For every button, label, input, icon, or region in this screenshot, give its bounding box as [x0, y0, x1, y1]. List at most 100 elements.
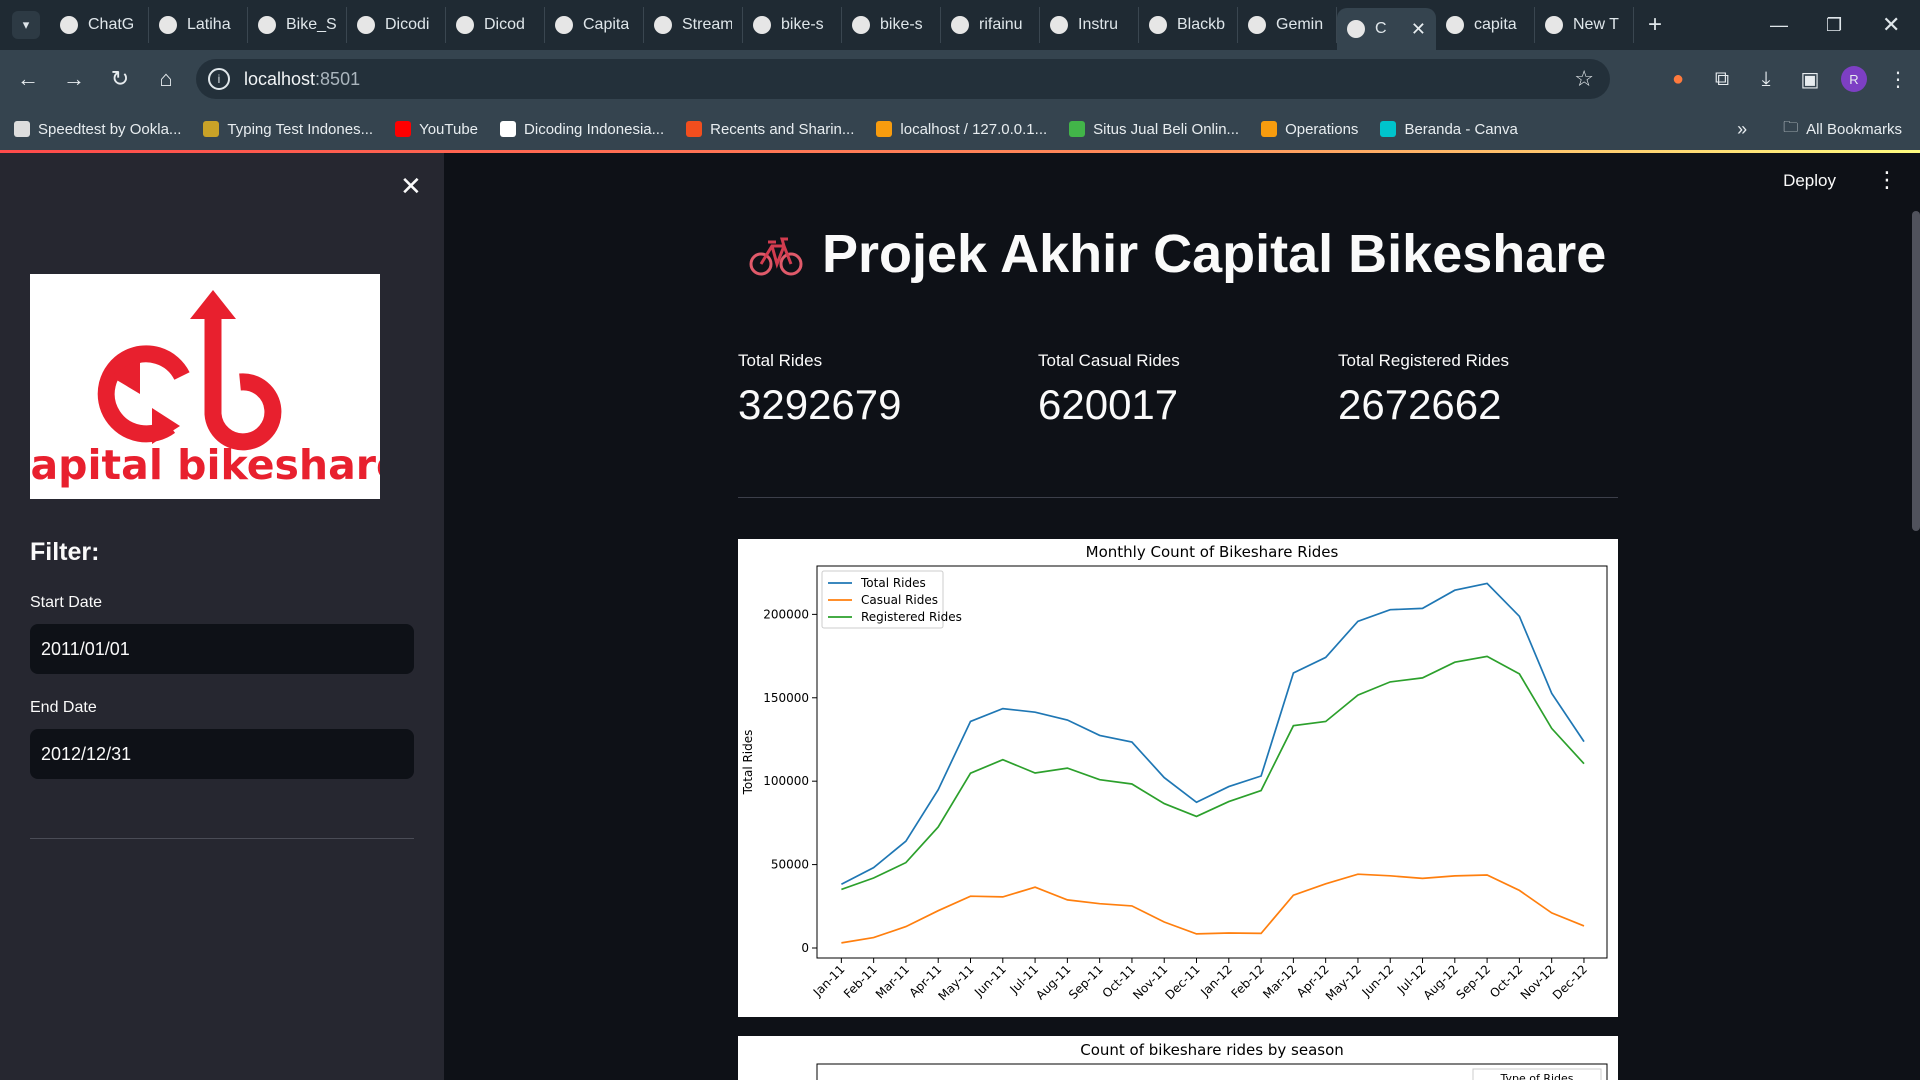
- bookmark-label: Typing Test Indones...: [227, 120, 374, 138]
- bookmark-label: Beranda - Canva: [1404, 120, 1518, 138]
- close-tab-icon[interactable]: ✕: [1411, 19, 1426, 40]
- toolbar-actions: ● ⧉ ⤓ ▣ R ⋮: [1656, 50, 1920, 108]
- site-info-icon[interactable]: i: [208, 68, 230, 90]
- logo-text: capital bikeshare: [30, 441, 380, 489]
- y-tick-label: 50000: [771, 858, 809, 872]
- browser-tab[interactable]: Stream: [644, 7, 743, 43]
- x-tick-label: May-12: [1323, 962, 1364, 1003]
- metric-value: 620017: [1038, 381, 1179, 428]
- home-icon[interactable]: ⌂: [144, 57, 188, 101]
- forward-arrow-icon[interactable]: →: [52, 57, 96, 101]
- x-tick-label: Jun-12: [1359, 962, 1397, 1000]
- browser-tab[interactable]: Bike_S: [248, 7, 347, 43]
- start-date-input[interactable]: 2011/01/01: [30, 624, 414, 674]
- bookmark-item[interactable]: Operations: [1261, 121, 1358, 138]
- browser-tab[interactable]: Blackb: [1139, 7, 1238, 43]
- openai-icon: [60, 16, 78, 34]
- back-arrow-icon[interactable]: ←: [6, 57, 50, 101]
- tab-label: Dicod: [484, 16, 525, 33]
- season-rides-chart-svg: Count of bikeshare rides by season Type …: [816, 1041, 1608, 1080]
- tab-label: Stream: [682, 16, 732, 33]
- x-tick-label: Nov-11: [1130, 962, 1170, 1002]
- more-bookmarks-chevron-icon[interactable]: »: [1737, 119, 1747, 140]
- tab-label: ChatG: [88, 16, 135, 33]
- x-tick-label: Dec-12: [1550, 962, 1590, 1002]
- filter-heading: Filter:: [30, 538, 100, 566]
- bookmark-item[interactable]: Recents and Sharin...: [686, 121, 854, 138]
- new-tab-plus-icon[interactable]: +: [1648, 11, 1662, 39]
- metric-value: 3292679: [738, 381, 902, 428]
- browser-tab[interactable]: Dicodi: [347, 7, 446, 43]
- side-panel-icon[interactable]: ▣: [1788, 67, 1832, 92]
- minimize-icon[interactable]: —: [1770, 0, 1788, 50]
- streamlit-icon: [1347, 20, 1365, 38]
- bookmark-favicon-icon: [395, 121, 412, 137]
- bookmark-star-icon[interactable]: ☆: [1574, 66, 1594, 92]
- browser-tab[interactable]: rifainu: [941, 7, 1040, 43]
- x-tick-label: Sep-12: [1453, 962, 1493, 1002]
- end-date-input[interactable]: 2012/12/31: [30, 729, 414, 779]
- tab-search-chevron-icon[interactable]: ▾: [12, 11, 40, 39]
- all-bookmarks-link[interactable]: All Bookmarks: [1806, 121, 1902, 138]
- tab-label: C: [1375, 20, 1387, 37]
- y-tick-label: 100000: [763, 774, 809, 788]
- x-tick-label: Mar-11: [873, 962, 912, 1001]
- browser-tab[interactable]: bike-s: [743, 7, 842, 43]
- close-sidebar-icon[interactable]: ✕: [400, 171, 422, 202]
- close-window-icon[interactable]: ✕: [1882, 0, 1900, 50]
- browser-tab[interactable]: New T: [1535, 7, 1634, 43]
- sidebar: ✕ capital bikeshare Filter: Start Date 2…: [0, 153, 444, 1080]
- sheets-icon: [555, 16, 573, 34]
- browser-tab[interactable]: Latiha: [149, 7, 248, 43]
- tab-label: New T: [1573, 16, 1619, 33]
- bookmark-item[interactable]: Beranda - Canva: [1380, 120, 1518, 138]
- blackbox-icon: [1149, 16, 1167, 34]
- legend-title: Type of Rides: [1499, 1072, 1573, 1080]
- browser-tab[interactable]: ChatG: [50, 7, 149, 43]
- browser-tab[interactable]: Capita: [545, 7, 644, 43]
- bookmark-favicon-icon: [1380, 121, 1397, 137]
- restore-icon[interactable]: ❐: [1826, 0, 1842, 50]
- metric-value: 2672662: [1338, 381, 1502, 428]
- bookmark-label: Speedtest by Ookla...: [38, 120, 182, 138]
- bookmark-item[interactable]: Speedtest by Ookla...: [14, 121, 181, 138]
- browser-tab[interactable]: capita: [1436, 7, 1535, 43]
- extensions-puzzle-icon[interactable]: ⧉: [1700, 68, 1744, 91]
- profile-avatar[interactable]: R: [1841, 66, 1867, 92]
- browser-tab[interactable]: Dicod: [446, 7, 545, 43]
- bookmark-label: Situs Jual Beli Onlin...: [1093, 120, 1240, 138]
- bookmark-item[interactable]: Situs Jual Beli Onlin...: [1069, 121, 1239, 138]
- extension-fire-icon[interactable]: ●: [1656, 68, 1700, 91]
- google-icon: [1446, 16, 1464, 34]
- start-date-label: Start Date: [30, 594, 103, 611]
- reload-icon[interactable]: ↻: [98, 57, 142, 101]
- y-axis-label: Total Rides: [741, 730, 755, 796]
- github-icon: [753, 16, 771, 34]
- bookmark-list: Speedtest by Ookla... Typing Test Indones…: [14, 121, 1540, 138]
- bookmark-favicon-icon: [500, 121, 517, 137]
- bookmark-item[interactable]: YouTube: [395, 121, 478, 138]
- bookmark-item[interactable]: Dicoding Indonesia...: [500, 121, 664, 138]
- dicoding-icon: [159, 16, 177, 34]
- browser-menu-icon[interactable]: ⋮: [1876, 67, 1920, 92]
- bookmark-item[interactable]: localhost / 127.0.0.1...: [876, 121, 1047, 138]
- x-tick-label: Jun-11: [971, 962, 1009, 1000]
- content-divider: [738, 497, 1618, 498]
- bookmark-item[interactable]: Typing Test Indones...: [203, 121, 373, 138]
- browser-tab[interactable]: Gemin: [1238, 7, 1337, 43]
- colab-icon: [258, 16, 276, 34]
- scrollbar[interactable]: [1912, 211, 1920, 531]
- deploy-button[interactable]: Deploy: [1783, 171, 1836, 191]
- browser-tab-bar: ▾ ChatG Latiha Bike_S Dicodi Dicod Capita Stre…: [0, 0, 1920, 50]
- url-text[interactable]: localhost:8501: [244, 69, 360, 90]
- browser-tab[interactable]: C ✕: [1337, 8, 1436, 50]
- y-tick-label: 150000: [763, 691, 809, 705]
- address-bar[interactable]: i localhost:8501 ☆: [196, 59, 1610, 99]
- bookmark-label: localhost / 127.0.0.1...: [900, 120, 1048, 138]
- browser-tab[interactable]: bike-s: [842, 7, 941, 43]
- main-menu-icon[interactable]: ⋮: [1876, 167, 1898, 193]
- browser-tab[interactable]: Instru: [1040, 7, 1139, 43]
- bookmark-favicon-icon: [14, 121, 30, 137]
- sidebar-divider: [30, 838, 414, 839]
- download-icon[interactable]: ⤓: [1744, 68, 1788, 91]
